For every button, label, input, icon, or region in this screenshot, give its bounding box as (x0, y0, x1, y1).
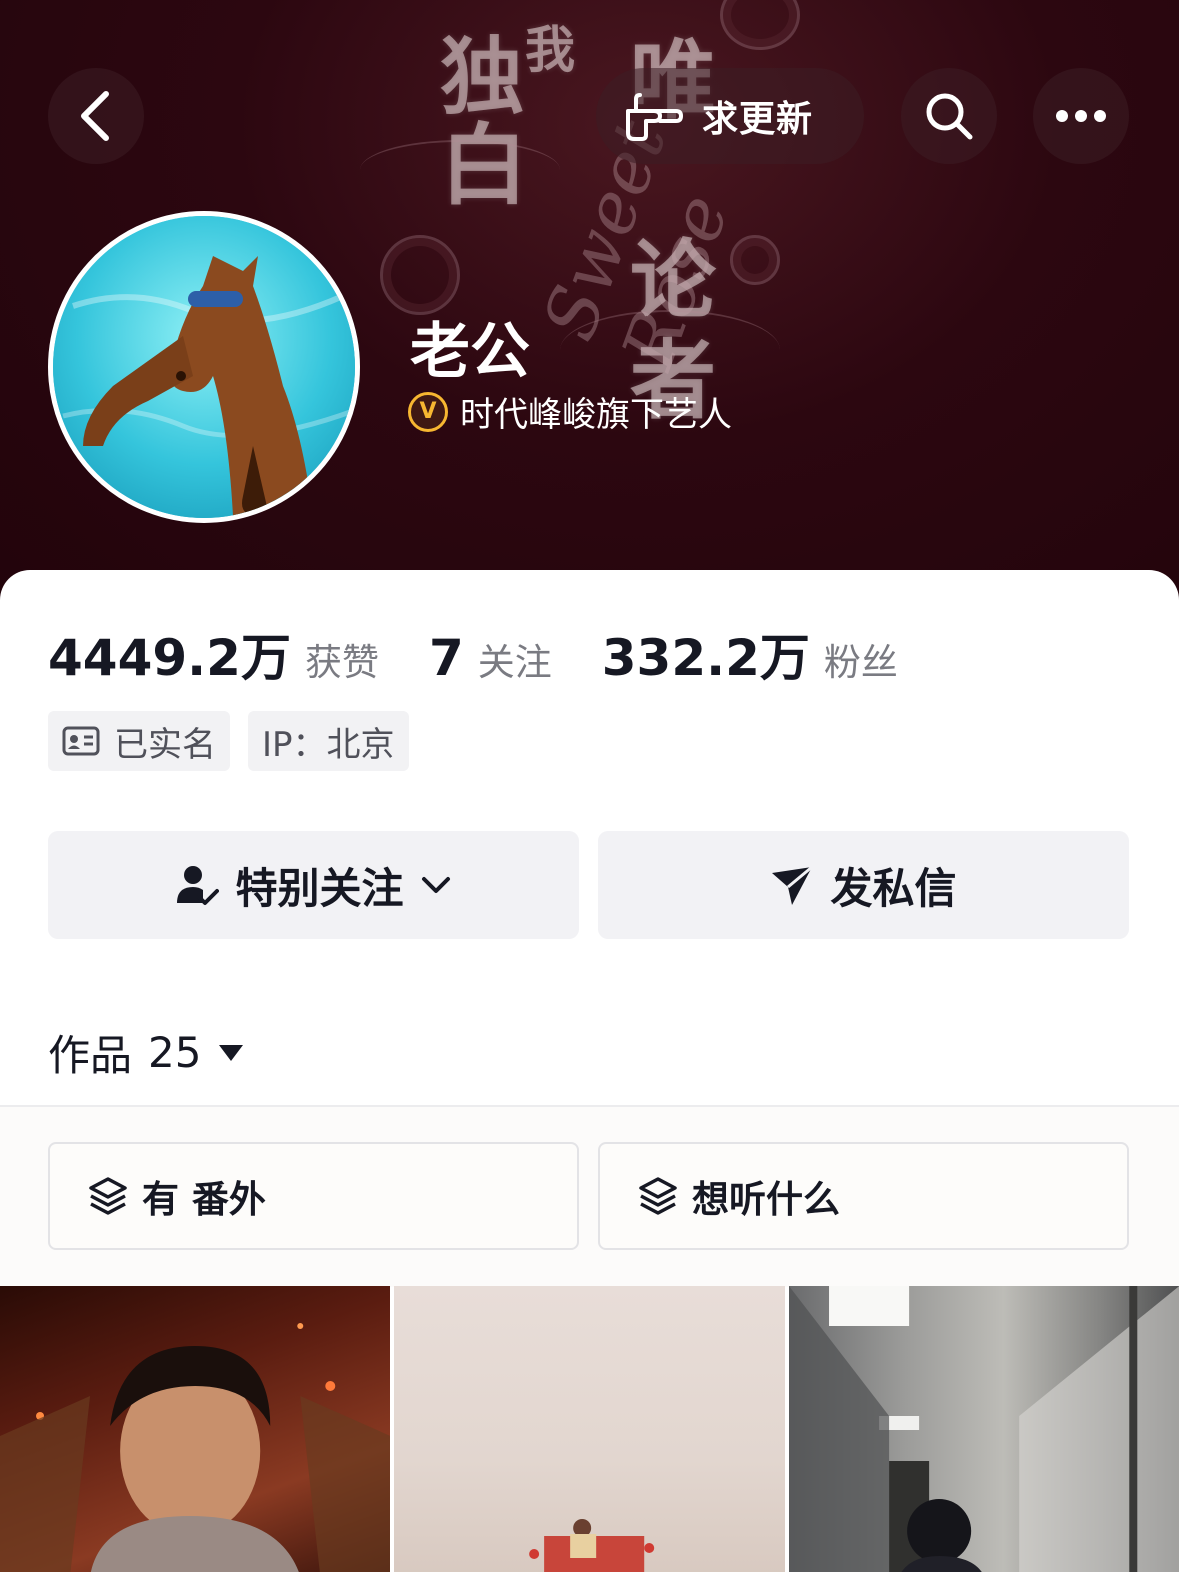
special-follow-label: 特别关注 (235, 863, 404, 913)
id-card-icon (62, 726, 100, 756)
nickname: 老公 (410, 317, 530, 387)
likes-label[interactable]: 获赞 (305, 632, 379, 686)
search-button[interactable] (901, 68, 997, 164)
thorn-decoration (560, 310, 780, 390)
seated-person-image (529, 1519, 655, 1572)
following-label[interactable]: 关注 (478, 632, 552, 686)
verification-text: 时代峰峻旗下艺人 (460, 395, 732, 435)
person-portrait-image (0, 1323, 391, 1572)
special-follow-button[interactable]: 特别关注 (48, 831, 579, 939)
profile-tags: 已实名 IP：北京 (48, 711, 409, 771)
collections-area: 有 番外 想听什么 (0, 1107, 1179, 1287)
profile-banner: 独 白 唯 我 论 者 Sweet Rose 求更新 (0, 0, 1179, 620)
thorn-decoration (360, 140, 560, 200)
layers-icon (639, 1177, 677, 1215)
collection-label: 有 番外 (142, 1178, 266, 1221)
chevron-left-icon (81, 91, 109, 141)
paper-plane-icon (772, 865, 814, 905)
avatar[interactable] (48, 211, 360, 523)
banner-glyph: 我 (525, 20, 575, 79)
more-dots-icon (1056, 110, 1106, 122)
works-label: 作品 (48, 1031, 133, 1080)
collection-card[interactable]: 有 番外 (48, 1142, 579, 1250)
hallway-image (788, 1286, 1179, 1572)
verification-row: V 时代峰峻旗下艺人 (408, 387, 732, 436)
profile-card: 4449.2万 获赞 7 关注 332.2万 粉丝 已实名 IP：北京 特别关注… (0, 570, 1179, 1572)
likes-count[interactable]: 4449.2万 (48, 618, 291, 690)
collection-card[interactable]: 想听什么 (598, 1142, 1129, 1250)
ip-location-label: IP：北京 (262, 724, 395, 765)
ip-location-tag: IP：北京 (248, 711, 409, 771)
video-thumbnail[interactable] (788, 1286, 1179, 1572)
verified-badge-icon: V (408, 391, 448, 432)
collection-label: 想听什么 (692, 1178, 840, 1221)
realname-tag: 已实名 (48, 711, 230, 771)
back-button[interactable] (48, 68, 144, 164)
followers-count[interactable]: 332.2万 (602, 618, 810, 690)
pointing-hand-icon (626, 93, 684, 141)
request-update-label: 求更新 (702, 99, 814, 140)
send-message-label: 发私信 (830, 863, 957, 913)
stats-row: 4449.2万 获赞 7 关注 332.2万 粉丝 (48, 618, 948, 690)
collections-row: 有 番外 想听什么 (48, 1142, 1129, 1250)
chevron-down-icon (421, 877, 450, 893)
following-count[interactable]: 7 (429, 629, 464, 687)
followers-label[interactable]: 粉丝 (824, 632, 898, 686)
profile-actions: 特别关注 发私信 (48, 831, 1129, 939)
send-message-button[interactable]: 发私信 (598, 831, 1129, 939)
works-count: 25 (148, 1028, 202, 1077)
more-options-button[interactable] (1033, 68, 1129, 164)
request-update-button[interactable]: 求更新 (596, 68, 864, 164)
video-thumbnail[interactable] (394, 1286, 785, 1572)
caret-down-icon (219, 1044, 244, 1061)
video-thumbnail[interactable] (0, 1286, 391, 1572)
works-grid (0, 1286, 1179, 1572)
search-icon (926, 93, 973, 140)
rose-decoration (720, 0, 800, 50)
rose-decoration (730, 235, 780, 285)
user-check-icon (177, 866, 220, 905)
works-tab[interactable]: 作品 25 (48, 1022, 245, 1083)
horse-swimming-image (53, 216, 355, 518)
realname-label: 已实名 (114, 724, 216, 765)
layers-icon (89, 1177, 127, 1215)
